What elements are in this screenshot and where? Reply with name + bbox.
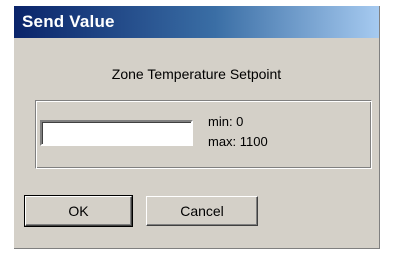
min-label: min: 0	[208, 114, 244, 129]
ok-button[interactable]: OK	[24, 195, 133, 227]
cancel-button[interactable]: Cancel	[146, 196, 258, 226]
value-input[interactable]	[40, 120, 193, 146]
title-bar[interactable]: Send Value	[14, 6, 379, 38]
max-label: max: 1100	[208, 134, 268, 149]
window-title: Send Value	[22, 12, 115, 31]
setpoint-heading: Zone Temperature Setpoint	[111, 66, 282, 82]
